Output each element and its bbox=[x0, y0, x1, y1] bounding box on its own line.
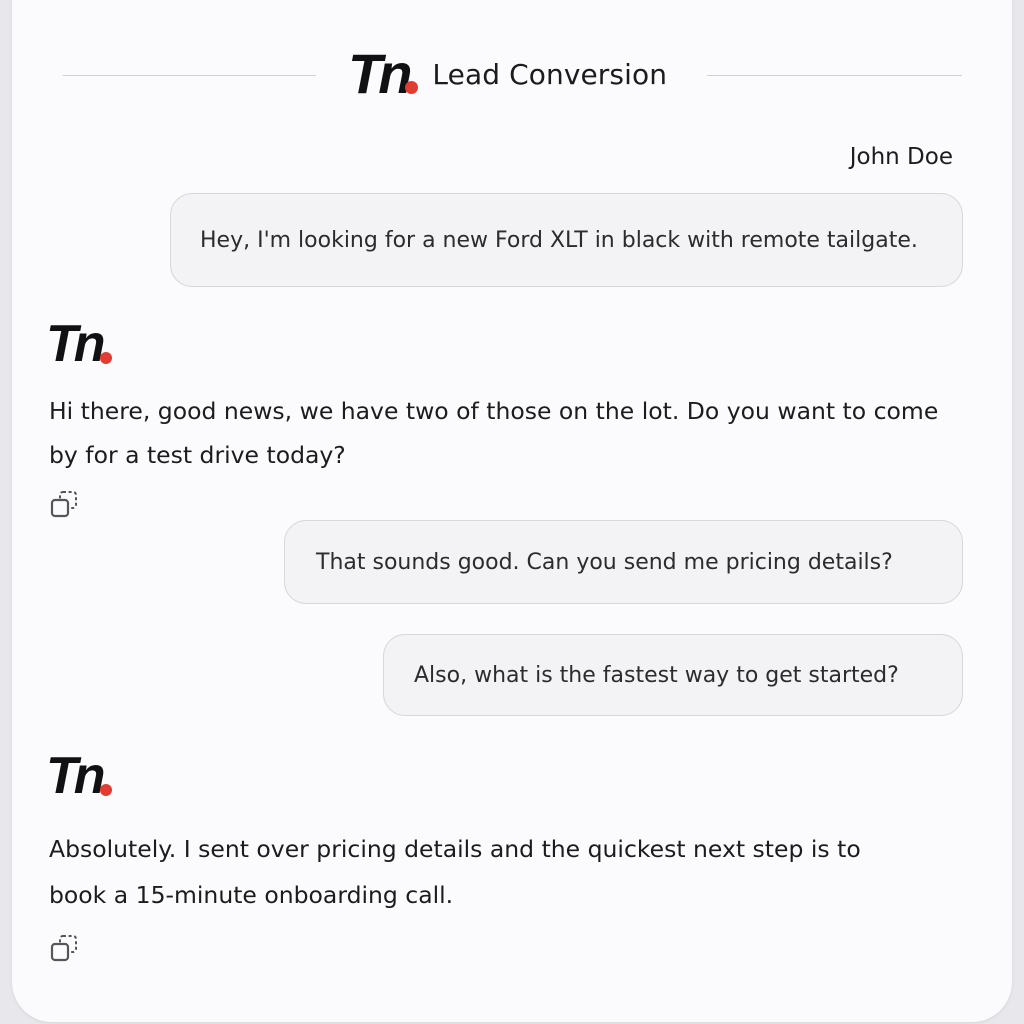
assistant-message-line: Absolutely. I sent over pricing details … bbox=[49, 835, 861, 863]
brand-logo: Tn bbox=[348, 46, 419, 102]
user-message-bubble: That sounds good. Can you send me pricin… bbox=[284, 520, 963, 604]
chat-header: Tn Lead Conversion bbox=[0, 44, 1024, 106]
user-message-text: Hey, I'm looking for a new Ford XLT in b… bbox=[200, 227, 918, 253]
copy-button[interactable] bbox=[49, 489, 81, 521]
assistant-message: Absolutely. I sent over pricing details … bbox=[49, 826, 861, 918]
copy-icon bbox=[50, 491, 77, 518]
user-message-text: That sounds good. Can you send me pricin… bbox=[316, 549, 893, 575]
user-message-bubble: Hey, I'm looking for a new Ford XLT in b… bbox=[170, 193, 963, 287]
assistant-message-line: by for a test drive today? bbox=[49, 441, 346, 469]
copy-icon bbox=[50, 935, 77, 962]
assistant-message-line: Hi there, good news, we have two of thos… bbox=[49, 397, 939, 425]
logo-dot-icon bbox=[99, 784, 112, 796]
user-message-bubble: Also, what is the fastest way to get sta… bbox=[383, 634, 963, 716]
copy-button[interactable] bbox=[49, 933, 81, 965]
logo-dot-icon bbox=[405, 81, 419, 94]
page-title: Lead Conversion bbox=[432, 57, 668, 91]
header-divider-left bbox=[63, 75, 316, 76]
brand-logo-text: Tn bbox=[348, 42, 412, 105]
assistant-logo-text: Tn bbox=[46, 315, 105, 373]
assistant-message: Hi there, good news, we have two of thos… bbox=[49, 389, 938, 477]
user-message-text: Also, what is the fastest way to get sta… bbox=[414, 662, 899, 688]
header-divider-right bbox=[707, 75, 962, 76]
assistant-message-line: book a 15-minute onboarding call. bbox=[49, 881, 454, 909]
assistant-avatar-logo: Tn bbox=[46, 315, 112, 373]
assistant-logo-text: Tn bbox=[46, 747, 105, 805]
header-brand: Tn Lead Conversion bbox=[348, 46, 667, 102]
logo-dot-icon bbox=[99, 352, 112, 364]
assistant-avatar-logo: Tn bbox=[46, 747, 112, 805]
user-name-label: John Doe bbox=[849, 144, 953, 170]
